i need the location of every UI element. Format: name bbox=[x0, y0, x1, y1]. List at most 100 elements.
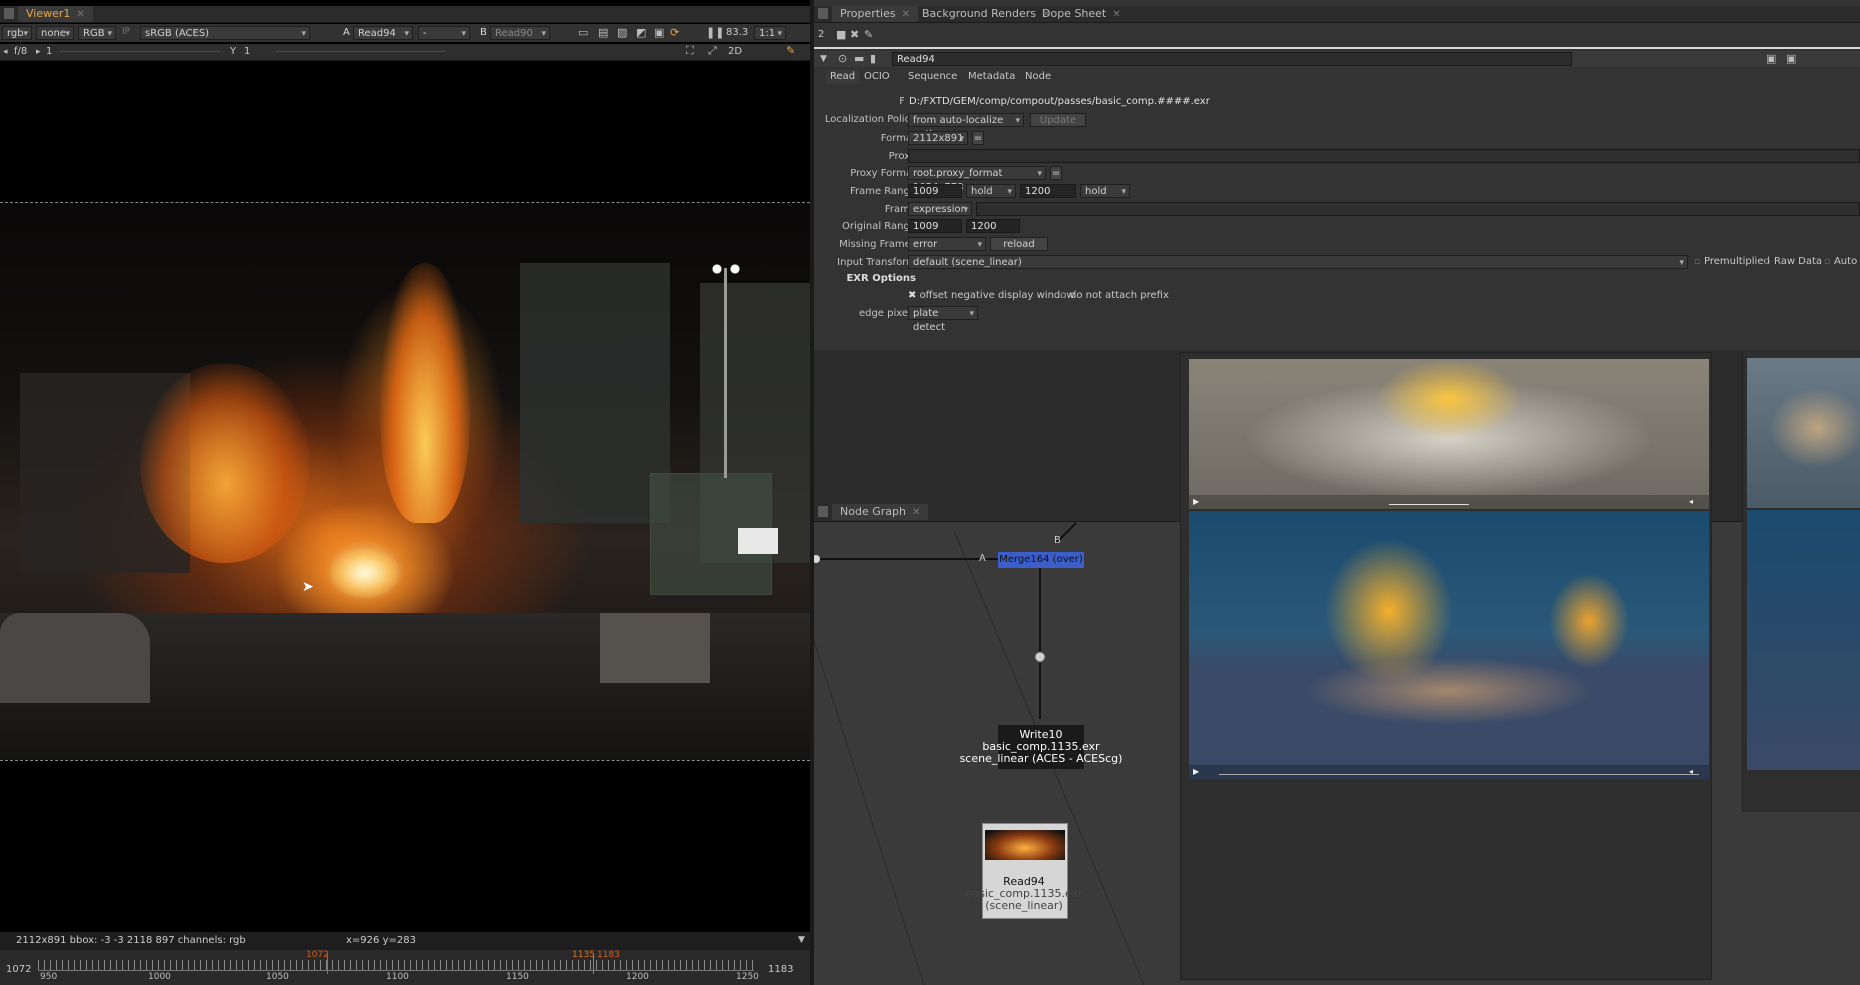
reference-video-top[interactable]: ▶ ◂ bbox=[1189, 359, 1709, 509]
fstop-value[interactable]: f/8 bbox=[14, 46, 27, 57]
pause-icon[interactable]: ❚❚ bbox=[706, 26, 724, 40]
proxy-format-edit-button[interactable]: = bbox=[1050, 166, 1062, 180]
roi-icon[interactable]: ▭ bbox=[578, 26, 588, 40]
channels-dropdown[interactable]: rgb bbox=[2, 26, 32, 41]
subtab-node[interactable]: Node bbox=[1025, 70, 1051, 84]
frame-mode-dropdown[interactable]: expression bbox=[908, 202, 972, 217]
subtab-read[interactable]: Read bbox=[826, 70, 860, 84]
fstop-arrow-icon[interactable]: ◂ bbox=[3, 45, 8, 59]
wipe-mode-dropdown[interactable]: - bbox=[418, 26, 470, 41]
offset-negative-checkbox[interactable]: ✖ offset negative display window bbox=[908, 290, 1075, 301]
float-icon[interactable]: ▣ bbox=[1786, 52, 1796, 66]
reference-player-window[interactable]: ▶ ◂ ▶ ◂ bbox=[1180, 352, 1712, 980]
gain-slider[interactable] bbox=[60, 51, 220, 52]
compare-icon[interactable]: ◩ bbox=[636, 26, 646, 40]
frame-range-before-dropdown[interactable]: hold bbox=[966, 184, 1016, 199]
video-controls-bar[interactable]: ▶ ◂ bbox=[1189, 495, 1709, 509]
panel-menu-icon[interactable] bbox=[818, 8, 828, 19]
colorspace-dropdown[interactable]: sRGB (ACES) bbox=[140, 26, 310, 41]
tab-properties[interactable]: Properties ✕ bbox=[832, 6, 918, 22]
gamma-slider[interactable] bbox=[276, 51, 446, 52]
transform-icon[interactable]: ⤢ bbox=[708, 44, 717, 58]
do-not-attach-prefix-checkbox[interactable]: ▫ do not attach prefix bbox=[1060, 290, 1169, 301]
premultiplied-checkbox[interactable]: ▫ Premultiplied bbox=[1694, 256, 1770, 267]
display-channel-dropdown[interactable]: RGB bbox=[78, 26, 116, 41]
original-range-end-field[interactable]: 1200 bbox=[966, 219, 1020, 233]
viewer-node-icon[interactable]: ▮ bbox=[870, 52, 876, 66]
original-range-start-field[interactable]: 1009 bbox=[908, 219, 962, 233]
volume-icon[interactable]: ◂ bbox=[1689, 765, 1693, 779]
max-panels-field[interactable]: 2 bbox=[818, 29, 824, 40]
node-name-field[interactable]: Read94 bbox=[892, 52, 1572, 66]
tab-node-graph[interactable]: Node Graph ✕ bbox=[832, 504, 929, 520]
revert-icon[interactable]: ▣ bbox=[1766, 52, 1776, 66]
ratio-dropdown[interactable]: 1:1 bbox=[754, 26, 786, 41]
clipping-icon[interactable]: ▨ bbox=[617, 26, 627, 40]
ip-toggle[interactable]: IP bbox=[122, 27, 130, 37]
play-icon[interactable]: ▶ bbox=[1193, 495, 1199, 509]
reference-player-window-2[interactable] bbox=[1742, 352, 1860, 812]
reference-video-bottom-2[interactable] bbox=[1747, 510, 1860, 770]
subtab-sequence[interactable]: Sequence bbox=[908, 70, 957, 84]
subtab-ocio[interactable]: OCIO bbox=[864, 70, 890, 84]
update-button[interactable]: Update bbox=[1030, 113, 1086, 127]
auto-checkbox[interactable]: ▫ Auto bbox=[1824, 256, 1857, 267]
crop-icon[interactable]: ⛶ bbox=[686, 44, 694, 58]
lock-icon[interactable]: ■ bbox=[836, 28, 846, 42]
play-icon[interactable]: ▶ bbox=[1193, 765, 1199, 779]
missing-frames-dropdown[interactable]: error bbox=[908, 237, 986, 252]
frame-range-after-dropdown[interactable]: hold bbox=[1080, 184, 1130, 199]
gain-arrow-icon[interactable]: ▸ bbox=[36, 45, 41, 59]
format-dropdown[interactable]: 2112x891 bbox=[908, 131, 968, 146]
tab-viewer1[interactable]: Viewer1 ✕ bbox=[18, 6, 93, 22]
zoom-readout[interactable]: 83.3 bbox=[726, 27, 748, 38]
reference-video-top-2[interactable] bbox=[1747, 358, 1860, 508]
proxy-icon[interactable]: ▣ bbox=[654, 26, 664, 40]
refresh-icon[interactable]: ⟳ bbox=[670, 26, 679, 40]
gain-value[interactable]: 1 bbox=[46, 46, 52, 57]
format-edit-button[interactable]: = bbox=[972, 131, 984, 145]
raw-data-checkbox[interactable]: ▫ Raw Data bbox=[1764, 256, 1822, 267]
proxy-format-dropdown[interactable]: root.proxy_format 1024x778 bbox=[908, 166, 1046, 193]
subtab-metadata[interactable]: Metadata bbox=[968, 70, 1015, 84]
viewer-image[interactable]: ➤ bbox=[0, 203, 810, 760]
volume-icon[interactable]: ◂ bbox=[1689, 495, 1693, 509]
tab-dope-sheet[interactable]: Dope Sheet ✕ bbox=[1034, 6, 1129, 22]
timeline-end-frame[interactable]: 1183 bbox=[768, 964, 793, 975]
input-a-dropdown[interactable]: Read94 bbox=[353, 26, 413, 41]
frame-range-start-field[interactable]: 1009 bbox=[908, 184, 962, 198]
disable-icon[interactable]: ▬ bbox=[854, 52, 864, 66]
input-transform-dropdown[interactable]: default (scene_linear) bbox=[908, 255, 1688, 270]
timeline-ruler[interactable] bbox=[38, 960, 754, 971]
merge-node[interactable]: Merge164 (over) bbox=[998, 552, 1084, 568]
pencil-icon[interactable]: ✎ bbox=[864, 28, 873, 42]
viewer-menu-arrow-icon[interactable]: ▼ bbox=[798, 933, 805, 947]
view-mode-dropdown[interactable]: 2D bbox=[728, 46, 742, 57]
input-b-dropdown[interactable]: Read90 bbox=[490, 26, 550, 41]
close-icon[interactable]: ✕ bbox=[76, 9, 84, 20]
close-icon[interactable]: ✕ bbox=[902, 9, 910, 20]
timeline-start-frame[interactable]: 1072 bbox=[6, 964, 31, 975]
proxy-field[interactable] bbox=[908, 149, 1860, 163]
alpha-dropdown[interactable]: none bbox=[36, 26, 74, 41]
localization-policy-dropdown[interactable]: from auto-localize path bbox=[908, 113, 1024, 140]
picker-icon[interactable]: ✎ bbox=[786, 44, 795, 58]
edge-pixels-dropdown[interactable]: plate detect bbox=[908, 306, 978, 333]
close-icon[interactable]: ✕ bbox=[912, 507, 920, 518]
video-progress[interactable] bbox=[1219, 774, 1699, 775]
video-controls-bar[interactable]: ▶ ◂ bbox=[1189, 765, 1709, 779]
gamma-value[interactable]: 1 bbox=[244, 46, 250, 57]
clear-icon[interactable]: ✖ bbox=[850, 28, 859, 42]
panel-menu-icon[interactable] bbox=[818, 506, 828, 517]
collapse-icon[interactable]: ▼ bbox=[820, 52, 827, 66]
timeline[interactable]: 1072 1072 1135 1183 950 1000 1050 1100 1… bbox=[0, 950, 810, 985]
file-path-field[interactable]: D:/FXTD/GEM/comp/compout/passes/basic_co… bbox=[904, 94, 1860, 108]
video-progress[interactable] bbox=[1389, 504, 1469, 505]
frame-expression-field[interactable] bbox=[976, 202, 1860, 216]
reference-video-bottom[interactable]: ▶ ◂ bbox=[1189, 511, 1709, 779]
node-color-icon[interactable]: ⊙ bbox=[838, 52, 847, 66]
overlay-icon[interactable]: ▤ bbox=[598, 26, 608, 40]
frame-range-end-field[interactable]: 1200 bbox=[1020, 184, 1076, 198]
reload-button[interactable]: reload bbox=[990, 237, 1048, 251]
panel-menu-icon[interactable] bbox=[4, 8, 14, 19]
